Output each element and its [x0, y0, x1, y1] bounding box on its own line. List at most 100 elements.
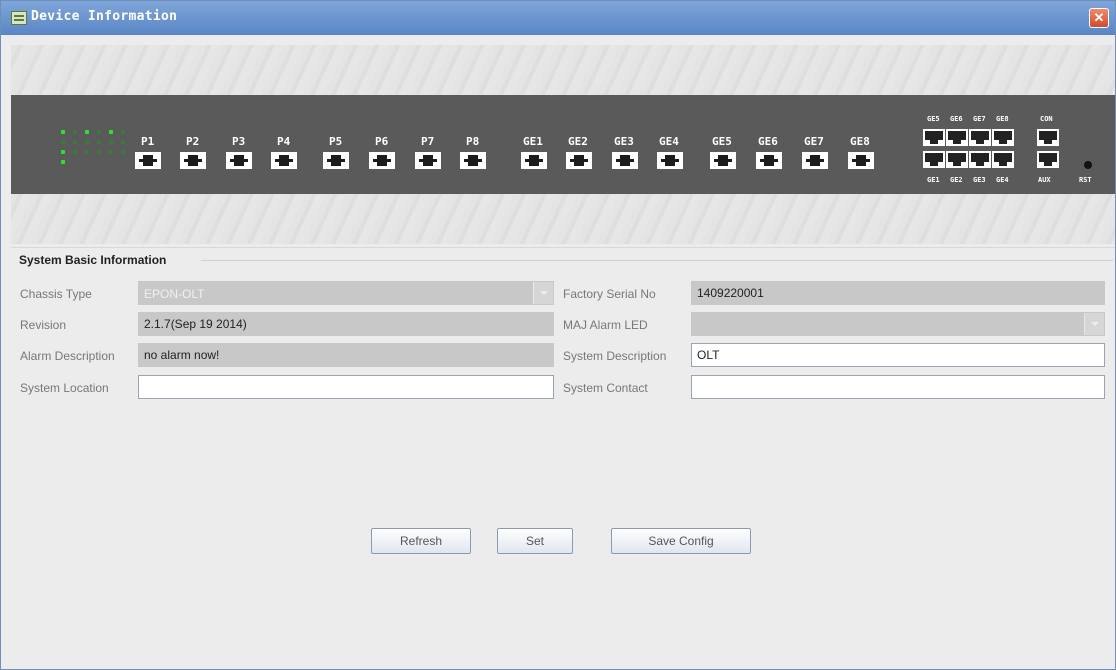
- port-label: P6: [375, 135, 389, 148]
- status-led: [73, 140, 77, 144]
- pon-port-p8[interactable]: [460, 152, 486, 169]
- panel-background-bottom: [11, 194, 1115, 244]
- port-label: P3: [232, 135, 246, 148]
- divider: [11, 247, 1115, 248]
- port-label: GE5: [712, 135, 732, 148]
- rj45-port-ge1[interactable]: [923, 151, 945, 168]
- refresh-button[interactable]: Refresh: [371, 528, 471, 554]
- ge-port-ge2[interactable]: [566, 152, 592, 169]
- pon-port-p1[interactable]: [135, 152, 161, 169]
- system-description-label: System Description: [563, 349, 667, 363]
- ge-port-ge3[interactable]: [612, 152, 638, 169]
- status-led: [97, 140, 101, 144]
- section-divider: [201, 260, 1113, 261]
- set-button[interactable]: Set: [497, 528, 573, 554]
- rj-label: GE2: [950, 176, 963, 184]
- status-led: [85, 130, 89, 134]
- port-label: GE4: [659, 135, 679, 148]
- rj-label: GE8: [996, 115, 1009, 123]
- device-front-panel: P1 P2 P3 P4 P5 P6 P7 P8 GE1 GE2 GE3 GE4 …: [11, 95, 1115, 194]
- port-label: P1: [141, 135, 155, 148]
- ge-port-ge8[interactable]: [848, 152, 874, 169]
- port-label: GE7: [804, 135, 824, 148]
- port-label: P8: [466, 135, 480, 148]
- port-label: GE6: [758, 135, 778, 148]
- rj45-port-ge3[interactable]: [969, 151, 991, 168]
- rj45-port-ge2[interactable]: [946, 151, 968, 168]
- ge-port-ge6[interactable]: [756, 152, 782, 169]
- ge-port-ge7[interactable]: [802, 152, 828, 169]
- rj45-port-ge6[interactable]: [946, 129, 968, 146]
- alarm-description-label: Alarm Description: [20, 349, 115, 363]
- status-led: [109, 140, 113, 144]
- status-led: [61, 160, 65, 164]
- chevron-down-icon[interactable]: [1084, 313, 1104, 335]
- status-led: [73, 150, 77, 154]
- title-bar[interactable]: Device Information ✕: [1, 1, 1115, 35]
- system-contact-input[interactable]: [691, 375, 1105, 399]
- status-led: [61, 150, 65, 154]
- port-label: GE1: [523, 135, 543, 148]
- rj45-port-ge8[interactable]: [992, 129, 1014, 146]
- pon-port-p2[interactable]: [180, 152, 206, 169]
- console-label: CON: [1040, 115, 1053, 123]
- system-contact-label: System Contact: [563, 381, 648, 395]
- revision-field: 2.1.7(Sep 19 2014): [138, 312, 554, 336]
- save-config-button[interactable]: Save Config: [611, 528, 751, 554]
- revision-label: Revision: [20, 318, 67, 332]
- rj-label: GE3: [973, 176, 986, 184]
- status-led: [85, 150, 89, 154]
- rj-label: GE7: [973, 115, 986, 123]
- status-led: [97, 130, 101, 134]
- status-led: [121, 140, 125, 144]
- system-description-input[interactable]: OLT: [691, 343, 1105, 367]
- pon-port-p3[interactable]: [226, 152, 252, 169]
- console-port[interactable]: [1037, 129, 1059, 146]
- reset-button[interactable]: [1084, 161, 1092, 169]
- chassis-type-select[interactable]: EPON-OLT: [138, 281, 554, 305]
- ge-port-ge1[interactable]: [521, 152, 547, 169]
- status-led: [109, 150, 113, 154]
- maj-alarm-led-label: MAJ Alarm LED: [563, 318, 648, 332]
- status-led: [61, 140, 65, 144]
- aux-port[interactable]: [1037, 151, 1059, 168]
- port-label: P2: [186, 135, 200, 148]
- rj45-port-ge4[interactable]: [992, 151, 1014, 168]
- close-button[interactable]: ✕: [1089, 8, 1109, 28]
- status-led: [109, 130, 113, 134]
- ge-port-ge5[interactable]: [710, 152, 736, 169]
- status-led: [85, 140, 89, 144]
- window-title: Device Information: [31, 9, 178, 24]
- system-location-input[interactable]: [138, 375, 554, 399]
- maj-alarm-led-select[interactable]: [691, 312, 1105, 336]
- aux-label: AUX: [1038, 176, 1051, 184]
- ge-port-ge4[interactable]: [657, 152, 683, 169]
- rst-label: RST: [1079, 176, 1092, 184]
- status-led: [97, 150, 101, 154]
- port-label: P5: [329, 135, 343, 148]
- rj45-port-ge7[interactable]: [969, 129, 991, 146]
- port-label: GE8: [850, 135, 870, 148]
- port-label: GE2: [568, 135, 588, 148]
- alarm-description-field: no alarm now!: [138, 343, 554, 367]
- factory-serial-field: 1409220001: [691, 281, 1105, 305]
- pon-port-p4[interactable]: [271, 152, 297, 169]
- device-information-window: Device Information ✕ P1 P2 P3 P4 P5 P6 P…: [0, 0, 1116, 670]
- status-led: [61, 130, 65, 134]
- pon-port-p7[interactable]: [415, 152, 441, 169]
- rj-label: GE4: [996, 176, 1009, 184]
- panel-background-top: [11, 45, 1115, 95]
- section-title: System Basic Information: [19, 253, 167, 267]
- rj-label: GE5: [927, 115, 940, 123]
- pon-port-p6[interactable]: [369, 152, 395, 169]
- status-led-group: [59, 128, 129, 168]
- rj-label: GE1: [927, 176, 940, 184]
- system-location-label: System Location: [20, 381, 109, 395]
- chassis-type-value: EPON-OLT: [144, 287, 205, 301]
- rj-label: GE6: [950, 115, 963, 123]
- rj45-port-ge5[interactable]: [923, 129, 945, 146]
- chassis-type-label: Chassis Type: [20, 287, 92, 301]
- status-led: [73, 130, 77, 134]
- chevron-down-icon[interactable]: [533, 282, 553, 304]
- pon-port-p5[interactable]: [323, 152, 349, 169]
